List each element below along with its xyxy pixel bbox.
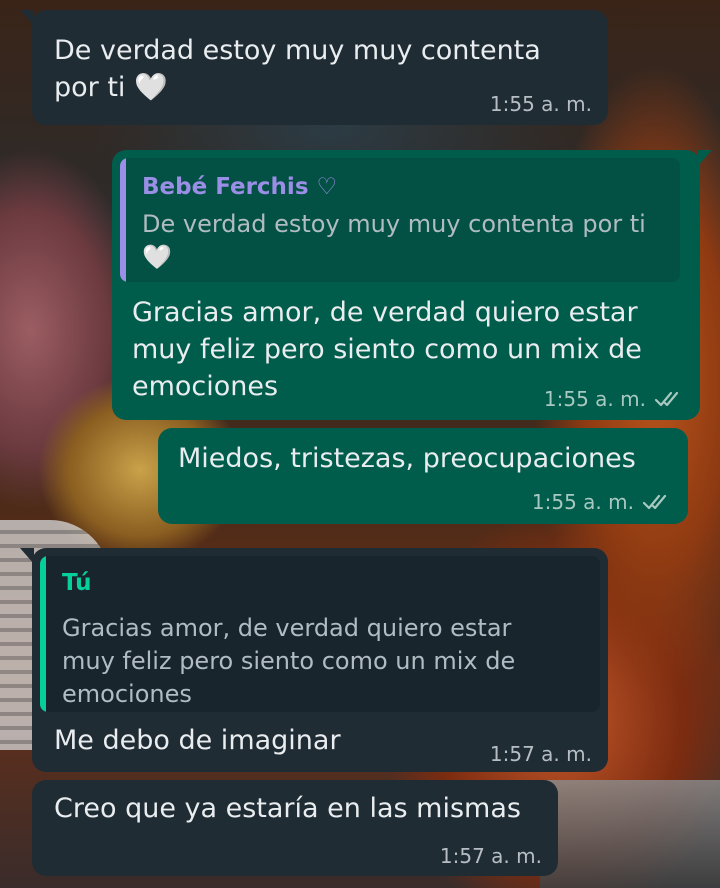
message-time: 1:55 a. m. xyxy=(490,92,592,116)
bubble-tail xyxy=(698,150,712,166)
message-bubble-outgoing[interactable]: Miedos, tristezas, preocupaciones 1:55 a… xyxy=(158,428,688,524)
message-bubble-outgoing[interactable]: Bebé Ferchis ♡ De verdad estoy muy muy c… xyxy=(112,150,712,420)
message-time: 1:57 a. m. xyxy=(440,844,542,868)
time-label: 1:55 a. m. xyxy=(543,387,646,411)
quote-text: Gracias amor, de verdad quiero estar muy… xyxy=(62,614,516,708)
message-text: Miedos, tristezas, preocupaciones xyxy=(178,443,636,474)
wallpaper-grill xyxy=(540,780,720,888)
message-text: Me debo de imaginar xyxy=(54,725,341,756)
quote-bar xyxy=(40,556,46,712)
reply-quote[interactable]: Bebé Ferchis ♡ De verdad estoy muy muy c… xyxy=(120,158,680,282)
message-bubble-incoming[interactable]: Creo que ya estaría en las mismas 1:57 a… xyxy=(32,780,558,876)
message-text: Creo que ya estaría en las mismas xyxy=(54,793,521,824)
time-label: 1:57 a. m. xyxy=(489,742,592,766)
bubble-tail xyxy=(20,10,34,26)
time-label: 1:55 a. m. xyxy=(531,490,634,514)
message-bubble-incoming[interactable]: De verdad estoy muy muy contenta por ti … xyxy=(20,10,608,125)
bubble-tail xyxy=(20,548,34,564)
quote-author: Tú xyxy=(62,570,92,596)
double-check-icon xyxy=(642,493,670,511)
time-label: 1:55 a. m. xyxy=(489,92,592,116)
reply-quote[interactable]: Tú Gracias amor, de verdad quiero estar … xyxy=(40,556,600,712)
message-bubble-incoming[interactable]: Tú Gracias amor, de verdad quiero estar … xyxy=(20,548,608,772)
quote-text: De verdad estoy muy muy contenta por ti … xyxy=(142,210,646,271)
message-time: 1:55 a. m. xyxy=(544,387,682,411)
quote-bar xyxy=(120,158,126,282)
message-time: 1:55 a. m. xyxy=(532,490,670,514)
time-label: 1:57 a. m. xyxy=(439,844,542,868)
double-check-icon xyxy=(654,390,682,408)
quote-author: Bebé Ferchis ♡ xyxy=(142,174,338,200)
message-time: 1:57 a. m. xyxy=(490,742,592,766)
